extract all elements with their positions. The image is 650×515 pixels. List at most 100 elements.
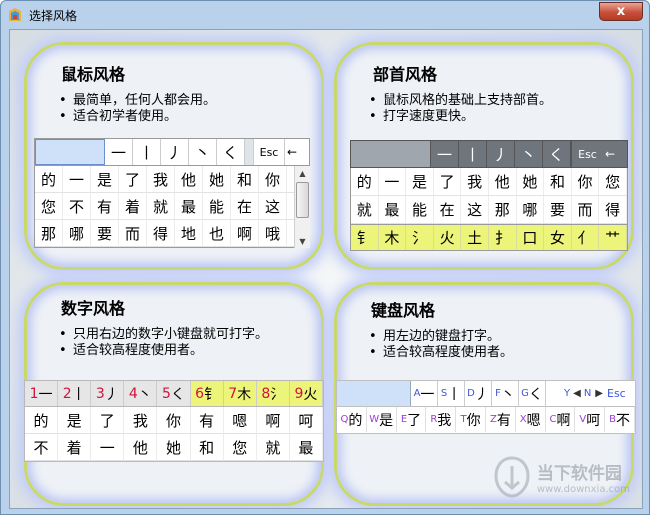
keyboard-candidate[interactable]: Q的 [337, 407, 367, 432]
keyboard-candidate[interactable]: X嗯 [516, 407, 546, 432]
candidate-char[interactable]: 有 [91, 193, 119, 220]
stroke-key[interactable]: く [543, 141, 571, 167]
candidate-char[interactable]: 在 [231, 193, 259, 220]
radical-key[interactable]: 氵 [406, 225, 434, 250]
candidate-char[interactable]: 就 [351, 196, 379, 223]
candidate-char[interactable]: 您 [224, 434, 257, 461]
candidate-char[interactable]: 的 [25, 407, 59, 434]
radical-key[interactable]: 亻 [572, 225, 600, 250]
candidate-char[interactable]: 能 [203, 193, 231, 220]
candidate-char[interactable]: 一 [63, 166, 91, 193]
radical-key[interactable]: 钅 [351, 225, 379, 250]
candidate-char[interactable]: 我 [147, 166, 175, 193]
keyboard-key[interactable]: S丨 [438, 381, 465, 406]
keyboard-key[interactable]: Gく [519, 381, 546, 406]
candidate-char[interactable]: 一 [379, 168, 407, 195]
candidate-char[interactable]: 啊 [231, 220, 259, 247]
candidate-char[interactable]: 的 [35, 166, 63, 193]
candidate-char[interactable]: 了 [434, 168, 462, 195]
next-page-key[interactable]: N [584, 388, 591, 399]
scrollbar[interactable]: ▲ ▼ [294, 166, 310, 248]
input-box[interactable] [337, 381, 411, 406]
candidate-char[interactable]: 是 [406, 168, 434, 195]
scroll-up-icon[interactable]: ▲ [295, 166, 310, 180]
candidate-char[interactable]: 最 [290, 434, 323, 461]
stroke-key[interactable]: 一 [431, 141, 459, 167]
candidate-char[interactable]: 他 [175, 166, 203, 193]
stroke-key[interactable]: 丨 [133, 139, 161, 165]
candidate-char[interactable]: 你 [572, 168, 600, 195]
number-ime-widget[interactable]: 1一2丨3丿4丶5く6钅7木8氵9火 的是了我你有嗯啊呵不着一他她和您就最 [24, 380, 324, 462]
candidate-char[interactable]: 那 [35, 220, 63, 247]
candidate-char[interactable]: 要 [544, 196, 572, 223]
candidate-char[interactable]: 是 [91, 166, 119, 193]
stroke-key[interactable]: 丿 [487, 141, 515, 167]
candidate-char[interactable]: 就 [147, 193, 175, 220]
esc-button[interactable]: Esc [253, 139, 285, 165]
candidate-char[interactable]: 呵 [290, 407, 323, 434]
candidate-char[interactable]: 嗯 [224, 407, 257, 434]
candidate-char[interactable]: 能 [406, 196, 434, 223]
stroke-key[interactable]: 丨 [459, 141, 487, 167]
candidate-char[interactable]: 最 [379, 196, 407, 223]
stroke-key[interactable]: 一 [105, 139, 133, 165]
esc-button[interactable]: Esc [607, 387, 626, 400]
numpad-key[interactable]: 9火 [289, 381, 323, 406]
candidate-char[interactable]: 最 [175, 193, 203, 220]
candidate-char[interactable]: 哦 [259, 220, 287, 247]
stroke-key[interactable]: く [217, 139, 245, 165]
keyboard-key[interactable]: D丿 [465, 381, 492, 406]
candidate-char[interactable]: 和 [191, 434, 224, 461]
radical-ime-widget[interactable]: 一丨丿丶く Esc ← 的一是了我他她和你您就最能在这那哪要而得 钅木氵火土扌口… [350, 140, 628, 252]
candidate-char[interactable]: 要 [91, 220, 119, 247]
candidate-char[interactable]: 我 [124, 407, 158, 434]
candidate-char[interactable]: 啊 [257, 407, 290, 434]
radical-key[interactable]: 土 [461, 225, 489, 250]
candidate-char[interactable]: 我 [461, 168, 489, 195]
numpad-key[interactable]: 6钅 [190, 381, 224, 406]
candidate-char[interactable]: 一 [91, 434, 125, 461]
candidate-char[interactable]: 这 [461, 196, 489, 223]
keyboard-candidate[interactable]: W是 [367, 407, 397, 432]
candidate-char[interactable]: 你 [157, 407, 191, 434]
candidate-char[interactable]: 你 [259, 166, 287, 193]
candidate-char[interactable]: 不 [25, 434, 59, 461]
candidate-char[interactable]: 她 [157, 434, 191, 461]
prev-page-icon[interactable]: ◀ [573, 388, 581, 399]
numpad-key[interactable]: 7木 [223, 381, 257, 406]
keyboard-candidate[interactable]: C啊 [546, 407, 576, 432]
scroll-down-icon[interactable]: ▼ [295, 234, 310, 248]
backspace-button[interactable]: ← [603, 141, 617, 167]
candidate-char[interactable]: 而 [119, 220, 147, 247]
mouse-ime-widget[interactable]: 一丨丿丶く Esc ← 的一是了我他她和你您不有着就最能在这那哪要而得地也啊哦 … [34, 138, 310, 250]
candidate-char[interactable]: 不 [63, 193, 91, 220]
input-box[interactable] [35, 139, 105, 165]
prev-page-key[interactable]: Y [564, 388, 570, 399]
radical-key[interactable]: 口 [517, 225, 545, 250]
candidate-char[interactable]: 她 [203, 166, 231, 193]
candidate-char[interactable]: 着 [119, 193, 147, 220]
numpad-key[interactable]: 3丿 [91, 381, 125, 406]
radical-key[interactable]: 火 [434, 225, 462, 250]
stroke-key[interactable]: 丿 [161, 139, 189, 165]
candidate-char[interactable]: 得 [147, 220, 175, 247]
keyboard-candidate[interactable]: B不 [605, 407, 635, 432]
keyboard-candidate[interactable]: Z有 [486, 407, 516, 432]
keyboard-candidate[interactable]: E了 [397, 407, 427, 432]
radical-key[interactable]: 女 [544, 225, 572, 250]
keyboard-key[interactable]: A一 [411, 381, 438, 406]
title-bar[interactable]: 选择风格 x [1, 1, 649, 29]
radical-key[interactable]: 扌 [489, 225, 517, 250]
numpad-key[interactable]: 1一 [25, 381, 59, 406]
candidate-char[interactable]: 而 [572, 196, 600, 223]
candidate-char[interactable]: 的 [351, 168, 379, 195]
numpad-key[interactable]: 2丨 [58, 381, 92, 406]
candidate-char[interactable]: 哪 [517, 196, 545, 223]
numpad-key[interactable]: 8氵 [256, 381, 290, 406]
candidate-char[interactable]: 他 [124, 434, 158, 461]
candidate-char[interactable]: 得 [599, 196, 627, 223]
numpad-key[interactable]: 4丶 [124, 381, 158, 406]
input-box[interactable] [351, 141, 431, 167]
keyboard-candidate[interactable]: T你 [456, 407, 486, 432]
keyboard-candidate[interactable]: V呵 [575, 407, 606, 432]
